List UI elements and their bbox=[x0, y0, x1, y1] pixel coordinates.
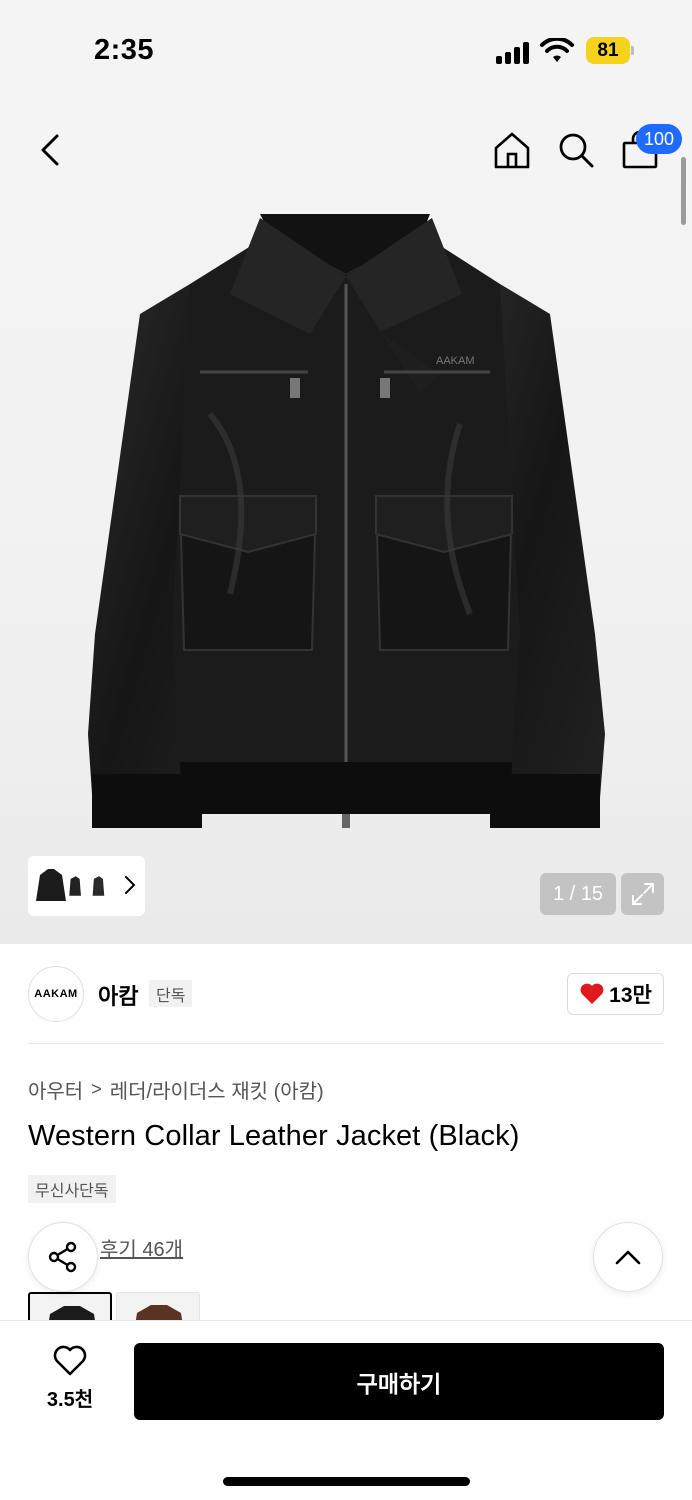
status-time: 2:35 bbox=[94, 34, 155, 66]
chevron-up-icon bbox=[615, 1250, 641, 1265]
brand-like-count: 13만 bbox=[609, 984, 652, 1007]
bottom-purchase-bar: 3.5천 구매하기 bbox=[0, 1320, 692, 1500]
image-counter: 1 / 15 bbox=[540, 873, 616, 915]
home-button[interactable] bbox=[490, 128, 534, 172]
battery-icon: 81 bbox=[586, 37, 634, 64]
search-icon bbox=[559, 133, 594, 168]
breadcrumb: 아우터 > 레더/라이더스 재킷 (아캄) bbox=[28, 1075, 324, 1104]
share-icon bbox=[48, 1241, 77, 1273]
buy-button[interactable]: 구매하기 bbox=[134, 1343, 664, 1420]
thumbnail-image bbox=[69, 876, 81, 896]
expand-icon bbox=[631, 883, 654, 905]
home-indicator[interactable] bbox=[223, 1477, 470, 1486]
color-swatch-black bbox=[49, 1306, 95, 1320]
product-gallery[interactable]: 100 AAKAM 1 / 15 bbox=[0, 100, 692, 944]
breadcrumb-parent[interactable]: 아우터 bbox=[28, 1075, 83, 1104]
color-swatch-brown bbox=[135, 1305, 183, 1320]
status-bar: 2:35 81 bbox=[0, 0, 692, 100]
wifi-icon bbox=[540, 38, 574, 62]
breadcrumb-separator: > bbox=[91, 1079, 102, 1099]
fullscreen-button[interactable] bbox=[621, 873, 664, 915]
home-icon bbox=[494, 132, 530, 169]
cellular-signal-icon bbox=[496, 40, 532, 64]
thumbnail-image bbox=[36, 869, 66, 901]
musinsa-exclusive-tag: 무신사단독 bbox=[28, 1175, 116, 1203]
chevron-right-icon bbox=[125, 876, 136, 894]
gallery-thumbnail-strip[interactable] bbox=[28, 856, 145, 916]
divider bbox=[28, 1043, 664, 1044]
color-option-black[interactable] bbox=[28, 1292, 112, 1320]
cart-count-badge: 100 bbox=[636, 124, 683, 154]
jacket-brand-mark: AAKAM bbox=[436, 355, 475, 367]
heart-filled-icon bbox=[580, 983, 604, 1004]
chevron-left-icon bbox=[41, 134, 59, 166]
wishlist-count: 3.5천 bbox=[46, 1389, 94, 1411]
color-option-brown[interactable] bbox=[116, 1292, 200, 1320]
thumbnail-image bbox=[92, 876, 105, 896]
battery-level: 81 bbox=[586, 37, 630, 64]
brand-like-button[interactable]: 13만 bbox=[567, 973, 664, 1015]
brand-exclusive-tag: 단독 bbox=[149, 980, 193, 1007]
share-button[interactable] bbox=[28, 1222, 98, 1292]
review-count-link[interactable]: 후기 46개 bbox=[100, 1233, 183, 1262]
scrollbar[interactable] bbox=[681, 157, 686, 225]
color-options bbox=[28, 1290, 228, 1320]
wishlist-button[interactable]: 3.5천 bbox=[30, 1345, 110, 1417]
product-title: Western Collar Leather Jacket (Black) bbox=[28, 1120, 520, 1152]
scroll-to-top-button[interactable] bbox=[593, 1222, 663, 1292]
brand-name[interactable]: 아캄 bbox=[98, 979, 138, 1011]
back-button[interactable] bbox=[30, 128, 70, 172]
breadcrumb-current[interactable]: 레더/라이더스 재킷 (아캄) bbox=[110, 1075, 324, 1104]
product-image: AAKAM bbox=[88, 214, 605, 828]
brand-row: AAKAM 아캄 단독 13만 bbox=[28, 966, 664, 1022]
brand-logo[interactable]: AAKAM bbox=[28, 966, 84, 1022]
heart-outline-icon bbox=[53, 1345, 87, 1376]
search-button[interactable] bbox=[554, 128, 598, 172]
